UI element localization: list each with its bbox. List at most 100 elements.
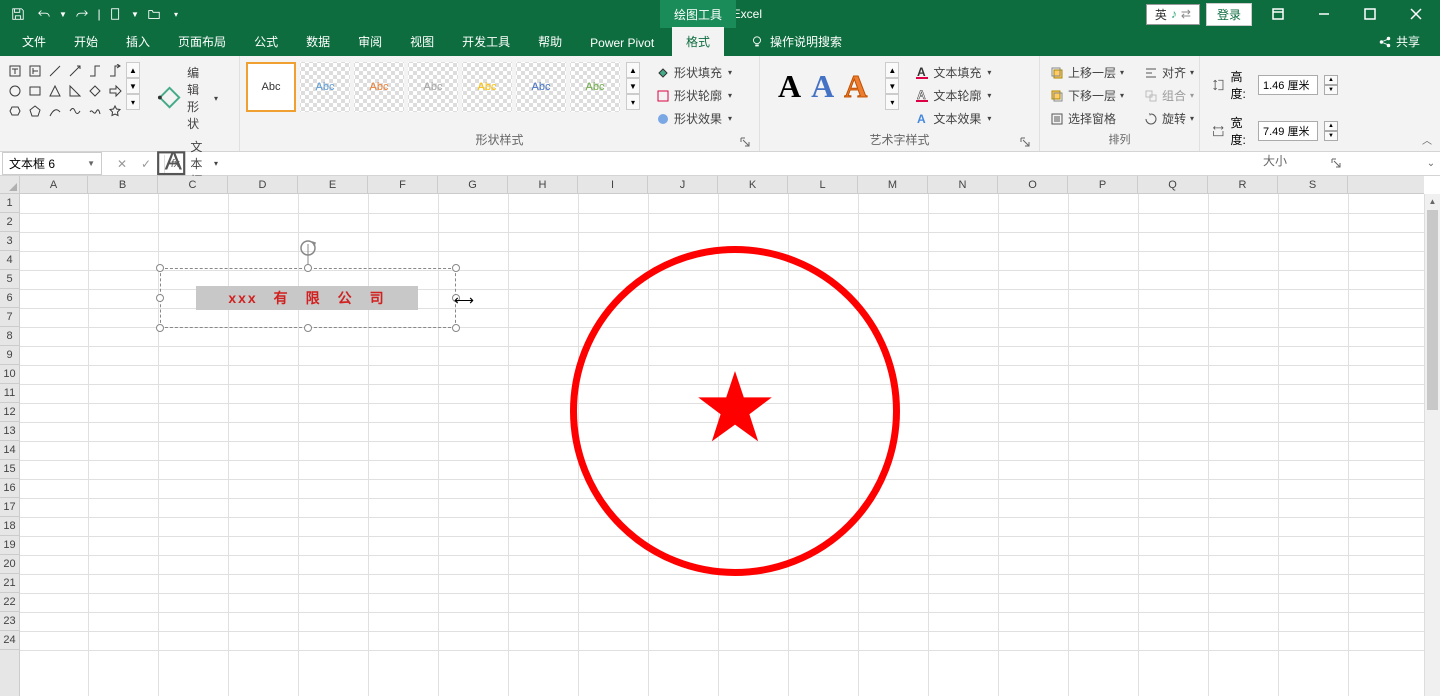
height-input[interactable] (1258, 75, 1318, 95)
rotate-button[interactable]: 旋转▾ (1140, 108, 1198, 129)
dialog-launcher-size[interactable] (1330, 157, 1342, 169)
tab-insert[interactable]: 插入 (112, 27, 164, 56)
row-header-18[interactable]: 18 (0, 517, 19, 536)
redo-button[interactable] (70, 2, 94, 26)
save-button[interactable] (6, 2, 30, 26)
bring-forward-button[interactable]: 上移一层▾ (1046, 62, 1128, 83)
ime-indicator[interactable]: 英♪⇄ (1146, 4, 1200, 25)
shape-effects-button[interactable]: 形状效果▾ (652, 108, 736, 129)
shape-rect-icon[interactable] (26, 82, 44, 100)
row-header-11[interactable]: 11 (0, 384, 19, 403)
formula-bar-expand[interactable]: ⌄ (1422, 158, 1440, 169)
open-button[interactable] (142, 2, 166, 26)
shape-style-4[interactable]: Abc (408, 62, 458, 112)
tab-file[interactable]: 文件 (8, 27, 60, 56)
shape-style-gallery[interactable]: Abc Abc Abc Abc Abc Abc Abc (246, 62, 620, 112)
col-header-P[interactable]: P (1068, 176, 1138, 193)
shape-triangle-icon[interactable] (46, 82, 64, 100)
col-header-R[interactable]: R (1208, 176, 1278, 193)
shape-line-icon[interactable] (46, 62, 64, 80)
tab-view[interactable]: 视图 (396, 27, 448, 56)
tab-help[interactable]: 帮助 (524, 27, 576, 56)
stamp-star[interactable] (695, 367, 775, 447)
textbox-text[interactable]: xxx 有 限 公 司 (196, 286, 418, 310)
row-header-19[interactable]: 19 (0, 536, 19, 555)
text-outline-button[interactable]: A文本轮廓▾ (911, 85, 995, 106)
row-header-23[interactable]: 23 (0, 612, 19, 631)
tab-formulas[interactable]: 公式 (240, 27, 292, 56)
collapse-ribbon-button[interactable]: ︿ (1422, 132, 1432, 147)
tab-developer[interactable]: 开发工具 (448, 27, 524, 56)
shapes-more[interactable]: ▾ (126, 94, 140, 110)
qat-dropdown[interactable]: ▼ (130, 2, 140, 26)
shape-freeform-icon[interactable] (66, 102, 84, 120)
wordart-style-1[interactable]: A (778, 68, 801, 105)
undo-button[interactable] (32, 2, 56, 26)
shape-textbox-vert-icon[interactable] (26, 62, 44, 80)
send-backward-button[interactable]: 下移一层▾ (1046, 85, 1128, 106)
resize-handle-se[interactable] (452, 324, 460, 332)
minimize-button[interactable] (1304, 0, 1344, 28)
shape-connector-icon[interactable] (86, 62, 104, 80)
wordart-scroll-up[interactable]: ▲ (885, 62, 899, 78)
group-button[interactable]: 组合▾ (1140, 85, 1198, 106)
shape-style-5[interactable]: Abc (462, 62, 512, 112)
selection-pane-button[interactable]: 选择窗格 (1046, 108, 1128, 129)
shape-scribble-icon[interactable] (86, 102, 104, 120)
shape-outline-button[interactable]: 形状轮廓▾ (652, 85, 736, 106)
row-header-2[interactable]: 2 (0, 213, 19, 232)
wordart-style-2[interactable]: A (811, 68, 834, 105)
row-header-12[interactable]: 12 (0, 403, 19, 422)
scroll-thumb[interactable] (1427, 210, 1438, 410)
col-header-O[interactable]: O (998, 176, 1068, 193)
col-header-F[interactable]: F (368, 176, 438, 193)
row-header-14[interactable]: 14 (0, 441, 19, 460)
row-header-5[interactable]: 5 (0, 270, 19, 289)
row-header-10[interactable]: 10 (0, 365, 19, 384)
share-button[interactable]: 共享 (1368, 27, 1430, 56)
tab-power-pivot[interactable]: Power Pivot (576, 30, 668, 56)
row-header-9[interactable]: 9 (0, 346, 19, 365)
dialog-launcher-wordart[interactable] (1019, 136, 1031, 148)
new-button[interactable] (104, 2, 128, 26)
col-header-M[interactable]: M (858, 176, 928, 193)
col-header-Q[interactable]: Q (1138, 176, 1208, 193)
row-header-13[interactable]: 13 (0, 422, 19, 441)
vertical-scrollbar[interactable]: ▲ (1424, 194, 1440, 696)
wordart-more[interactable]: ▾ (885, 94, 899, 110)
align-button[interactable]: 对齐▾ (1140, 62, 1198, 83)
col-header-K[interactable]: K (718, 176, 788, 193)
resize-handle-n[interactable] (304, 264, 312, 272)
style-scroll-down[interactable]: ▼ (626, 78, 640, 94)
width-down[interactable]: ▼ (1324, 131, 1338, 141)
style-more[interactable]: ▾ (626, 94, 640, 110)
tell-me-search[interactable]: 操作说明搜索 (740, 27, 852, 56)
col-header-A[interactable]: A (20, 176, 88, 193)
resize-handle-s[interactable] (304, 324, 312, 332)
shapes-gallery[interactable] (6, 62, 124, 120)
close-button[interactable] (1396, 0, 1436, 28)
shape-diamond-icon[interactable] (86, 82, 104, 100)
row-header-8[interactable]: 8 (0, 327, 19, 346)
shape-style-2[interactable]: Abc (300, 62, 350, 112)
ribbon-display-button[interactable] (1258, 0, 1298, 28)
shape-curve-icon[interactable] (46, 102, 64, 120)
tab-page-layout[interactable]: 页面布局 (164, 27, 240, 56)
shapes-scroll-up[interactable]: ▲ (126, 62, 140, 78)
col-header-N[interactable]: N (928, 176, 998, 193)
row-header-21[interactable]: 21 (0, 574, 19, 593)
row-header-16[interactable]: 16 (0, 479, 19, 498)
height-down[interactable]: ▼ (1324, 85, 1338, 95)
shape-right-triangle-icon[interactable] (66, 82, 84, 100)
maximize-button[interactable] (1350, 0, 1390, 28)
textbox-shape-selected[interactable]: xxx 有 限 公 司 ⟷ (160, 268, 456, 328)
shape-oval-icon[interactable] (6, 82, 24, 100)
row-header-17[interactable]: 17 (0, 498, 19, 517)
col-header-B[interactable]: B (88, 176, 158, 193)
wordart-style-3[interactable]: A (844, 68, 867, 105)
wordart-gallery[interactable]: A A A (766, 62, 879, 111)
shape-arrow-right-icon[interactable] (106, 82, 124, 100)
col-header-G[interactable]: G (438, 176, 508, 193)
shape-pentagon-icon[interactable] (26, 102, 44, 120)
text-effects-button[interactable]: A文本效果▾ (911, 108, 995, 129)
